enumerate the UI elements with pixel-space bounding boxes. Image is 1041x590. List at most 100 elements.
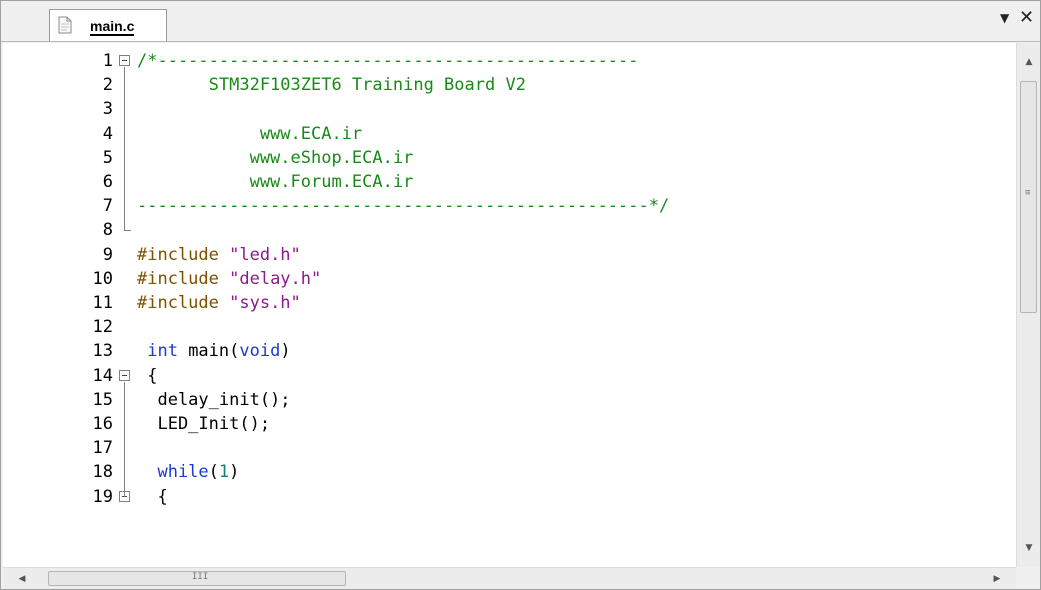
line-number: 14	[92, 365, 113, 386]
code-token: www.ECA.ir	[137, 123, 363, 144]
code-editor[interactable]: 1 /*-------------------------------------…	[3, 43, 1016, 567]
horizontal-scroll-thumb[interactable]: III	[48, 571, 346, 586]
code-token: #include	[137, 244, 230, 265]
scroll-left-arrow-icon[interactable]: ◀	[3, 568, 41, 590]
code-token: www.eShop.ECA.ir	[137, 147, 414, 168]
code-text: www.ECA.ir	[137, 124, 362, 144]
code-token: #include	[137, 293, 230, 313]
scroll-up-arrow-icon[interactable]: ▲	[1017, 43, 1041, 81]
code-text: /*--------------------------------------…	[137, 51, 639, 71]
code-line[interactable]: 19 {	[3, 485, 1016, 509]
code-text: www.eShop.ECA.ir	[137, 147, 414, 168]
scroll-grip-icon: ≡	[1025, 188, 1031, 198]
close-icon[interactable]: ✕	[1019, 8, 1035, 28]
code-line[interactable]: 5 www.eShop.ECA.ir	[3, 146, 1016, 170]
line-number: 15	[92, 389, 113, 410]
line-number: 19	[92, 486, 113, 507]
scroll-grip-icon: III	[192, 572, 209, 582]
scroll-right-arrow-icon[interactable]: ▶	[978, 568, 1016, 590]
code-token: STM32F103ZET6 Training Board V2	[137, 75, 526, 96]
code-text: delay_init();	[137, 389, 291, 410]
editor-window: main.c ▼ ✕ 1 /*--------------------------…	[0, 0, 1041, 590]
line-number: 16	[92, 414, 113, 434]
code-token: ----------------------------------------…	[137, 196, 670, 217]
code-text: #include "led.h"	[137, 245, 301, 265]
code-token: {	[137, 365, 158, 386]
vertical-scrollbar[interactable]: ▲ ≡ ▼	[1016, 43, 1040, 567]
code-line[interactable]: 3	[3, 97, 1016, 121]
tab-main-c[interactable]: main.c	[49, 9, 167, 41]
code-line[interactable]: 6 www.Forum.ECA.ir	[3, 170, 1016, 194]
code-token: main(	[177, 341, 240, 362]
fold-guide-line	[124, 381, 125, 497]
code-token: www.Forum.ECA.ir	[137, 172, 414, 192]
code-text: while(1)	[137, 462, 239, 482]
code-line[interactable]: 2 STM32F103ZET6 Training Board V2	[3, 73, 1016, 97]
line-number: 12	[92, 317, 113, 338]
code-line[interactable]: 14 {	[3, 364, 1016, 388]
code-text: LED_Init();	[137, 414, 270, 434]
code-line[interactable]: 12	[3, 315, 1016, 339]
line-number: 8	[102, 220, 113, 241]
horizontal-scrollbar[interactable]: ◀ III ▶	[3, 567, 1016, 589]
code-token: {	[137, 486, 168, 507]
fold-end-marker	[124, 230, 131, 232]
code-line[interactable]: 10 #include "delay.h"	[3, 267, 1016, 291]
code-line[interactable]: 4 www.ECA.ir	[3, 122, 1016, 146]
code-token: #include	[137, 268, 230, 289]
code-line[interactable]: 9 #include "led.h"	[3, 243, 1016, 267]
code-line[interactable]: 1 /*-------------------------------------…	[3, 49, 1016, 73]
tab-label: main.c	[90, 18, 135, 36]
fold-guide-line	[124, 67, 125, 231]
code-token: int	[137, 341, 178, 362]
line-number: 9	[102, 244, 113, 265]
code-token: LED_Init();	[137, 414, 271, 434]
code-text: www.Forum.ECA.ir	[137, 172, 414, 192]
line-number: 17	[92, 438, 113, 459]
fold-collapse-icon[interactable]	[119, 369, 130, 381]
scrollbar-corner	[1016, 567, 1040, 589]
line-number: 1	[102, 51, 113, 71]
code-text: STM32F103ZET6 Training Board V2	[137, 75, 526, 95]
line-number: 2	[102, 75, 113, 96]
vertical-scroll-thumb[interactable]: ≡	[1020, 81, 1037, 313]
code-token: void	[239, 341, 281, 362]
code-line[interactable]: 15 delay_init();	[3, 388, 1016, 412]
code-token: while	[137, 462, 209, 483]
code-token: (	[208, 462, 219, 483]
code-token: )	[280, 341, 291, 362]
line-number: 10	[92, 268, 113, 289]
code-token: "led.h"	[229, 244, 301, 265]
code-text: {	[137, 486, 168, 507]
line-number: 13	[92, 341, 113, 362]
code-text: {	[137, 366, 157, 386]
line-number: 11	[92, 293, 113, 313]
line-number: 7	[102, 196, 113, 217]
code-token: "sys.h"	[229, 293, 301, 313]
code-token: delay_init();	[137, 389, 291, 410]
line-number: 18	[92, 462, 113, 483]
file-icon	[58, 16, 72, 34]
line-number: 4	[102, 123, 113, 144]
code-line[interactable]: 18 while(1)	[3, 460, 1016, 484]
code-text: #include "sys.h"	[137, 293, 301, 313]
code-line[interactable]: 17	[3, 436, 1016, 460]
tab-bar: main.c ▼ ✕	[1, 1, 1040, 42]
tab-menu-dropdown-icon[interactable]: ▼	[1000, 11, 1016, 29]
code-text: ----------------------------------------…	[137, 196, 669, 216]
line-number: 3	[102, 99, 113, 120]
code-line[interactable]: 11 #include "sys.h"	[3, 291, 1016, 315]
code-token: 1	[218, 462, 230, 483]
code-token: /*--------------------------------------…	[137, 51, 639, 71]
code-line[interactable]: 8	[3, 218, 1016, 242]
code-line[interactable]: 7 ---------------------------------------…	[3, 194, 1016, 218]
code-text: int main(void)	[137, 341, 291, 362]
scroll-down-arrow-icon[interactable]: ▼	[1017, 529, 1041, 567]
code-text: #include "delay.h"	[137, 269, 321, 289]
line-number: 6	[102, 172, 113, 192]
code-line[interactable]: 16 LED_Init();	[3, 412, 1016, 436]
code-line[interactable]: 13 int main(void)	[3, 339, 1016, 363]
line-number: 5	[102, 147, 113, 168]
fold-collapse-icon[interactable]	[119, 55, 130, 66]
code-token: )	[229, 462, 240, 483]
